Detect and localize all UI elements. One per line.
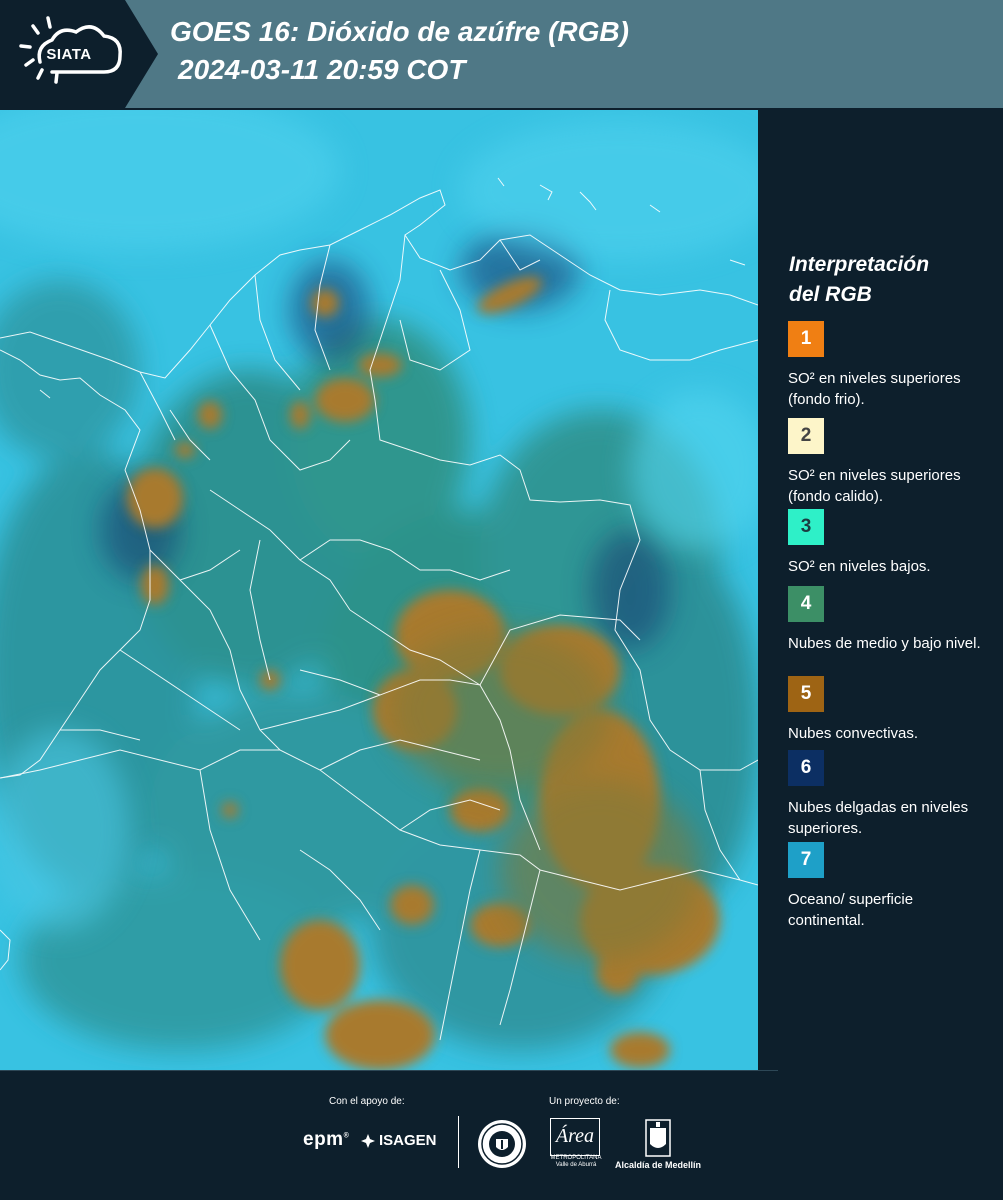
legend-description: Oceano/ superficie continental.	[788, 891, 914, 929]
area-logo-subtitle: METROPOLITANA	[550, 1155, 602, 1161]
legend-description: Nubes delgadas en niveles superiores.	[788, 799, 969, 837]
footer-vertical-divider	[458, 1116, 459, 1168]
legend-swatch: 7	[788, 842, 824, 878]
legend-description: Nubes convectivas.	[788, 725, 919, 742]
legend-swatch: 3	[788, 509, 824, 545]
legend-item: 1 SO² en niveles superiores (fondo frio)…	[788, 321, 988, 410]
legend-title-line2: del RGB	[789, 283, 872, 306]
legend-description: Nubes de medio y bajo nivel.	[788, 635, 981, 652]
legend-description: SO² en niveles bajos.	[788, 558, 931, 575]
legend-item: 2 SO² en niveles superiores (fondo calid…	[788, 418, 988, 506]
legend-item: 4 Nubes de medio y bajo nivel.	[788, 586, 988, 654]
siata-logo: SIATA	[0, 0, 158, 108]
legend-swatch: 1	[788, 321, 824, 357]
legend-description: SO² en niveles superiores (fondo calido)…	[788, 467, 961, 505]
legend-item: 6 Nubes delgadas en niveles superiores.	[788, 750, 988, 839]
legend-item: 3 SO² en niveles bajos.	[788, 509, 988, 577]
area-logo-title: Área	[550, 1118, 600, 1156]
legend-swatch: 6	[788, 750, 824, 786]
page-timestamp: 2024-03-11 20:59 COT	[178, 54, 466, 85]
area-logo-subtitle2: Valle de Aburrá	[555, 1162, 597, 1168]
footer: Con el apoyo de: Un proyecto de: epm® IS…	[0, 1070, 1003, 1200]
epm-logo: epm®	[303, 1129, 350, 1150]
isagen-logo-text: ISAGEN	[379, 1132, 437, 1149]
header: SIATA GOES 16: Dióxido de azúfre (RGB) 2…	[0, 0, 1003, 108]
legend-item: 7 Oceano/ superficie continental.	[788, 842, 988, 931]
legend-title: Interpretación del RGB	[789, 250, 989, 310]
legend-panel: Interpretación del RGB 1 SO² en niveles …	[758, 110, 1003, 1070]
satellite-map[interactable]	[0, 110, 758, 1070]
legend-title-line1: Interpretación	[789, 253, 930, 276]
project-label: Un proyecto de:	[549, 1096, 620, 1107]
isagen-logo: ISAGEN	[360, 1132, 437, 1149]
legend-item: 5 Nubes convectivas.	[788, 676, 988, 744]
epm-logo-text: epm	[303, 1129, 344, 1150]
alcaldia-medellin-logo: Alcaldía de Medellín	[612, 1118, 704, 1172]
area-metropolitana-logo: Área METROPOLITANA Valle de Aburrá	[550, 1118, 602, 1170]
alcaldia-label: Alcaldía de Medellín	[614, 1160, 702, 1170]
legend-swatch: 4	[788, 586, 824, 622]
medellin-seal-logo	[477, 1119, 527, 1174]
footer-divider-line	[0, 1070, 778, 1071]
isagen-mark-icon	[361, 1133, 375, 1148]
siata-logo-text: SIATA	[46, 46, 92, 63]
legend-swatch: 5	[788, 676, 824, 712]
legend-description: SO² en niveles superiores (fondo frio).	[788, 370, 961, 408]
legend-swatch: 2	[788, 418, 824, 454]
support-label: Con el apoyo de:	[329, 1096, 405, 1107]
page-title: GOES 16: Dióxido de azúfre (RGB)	[170, 16, 629, 47]
